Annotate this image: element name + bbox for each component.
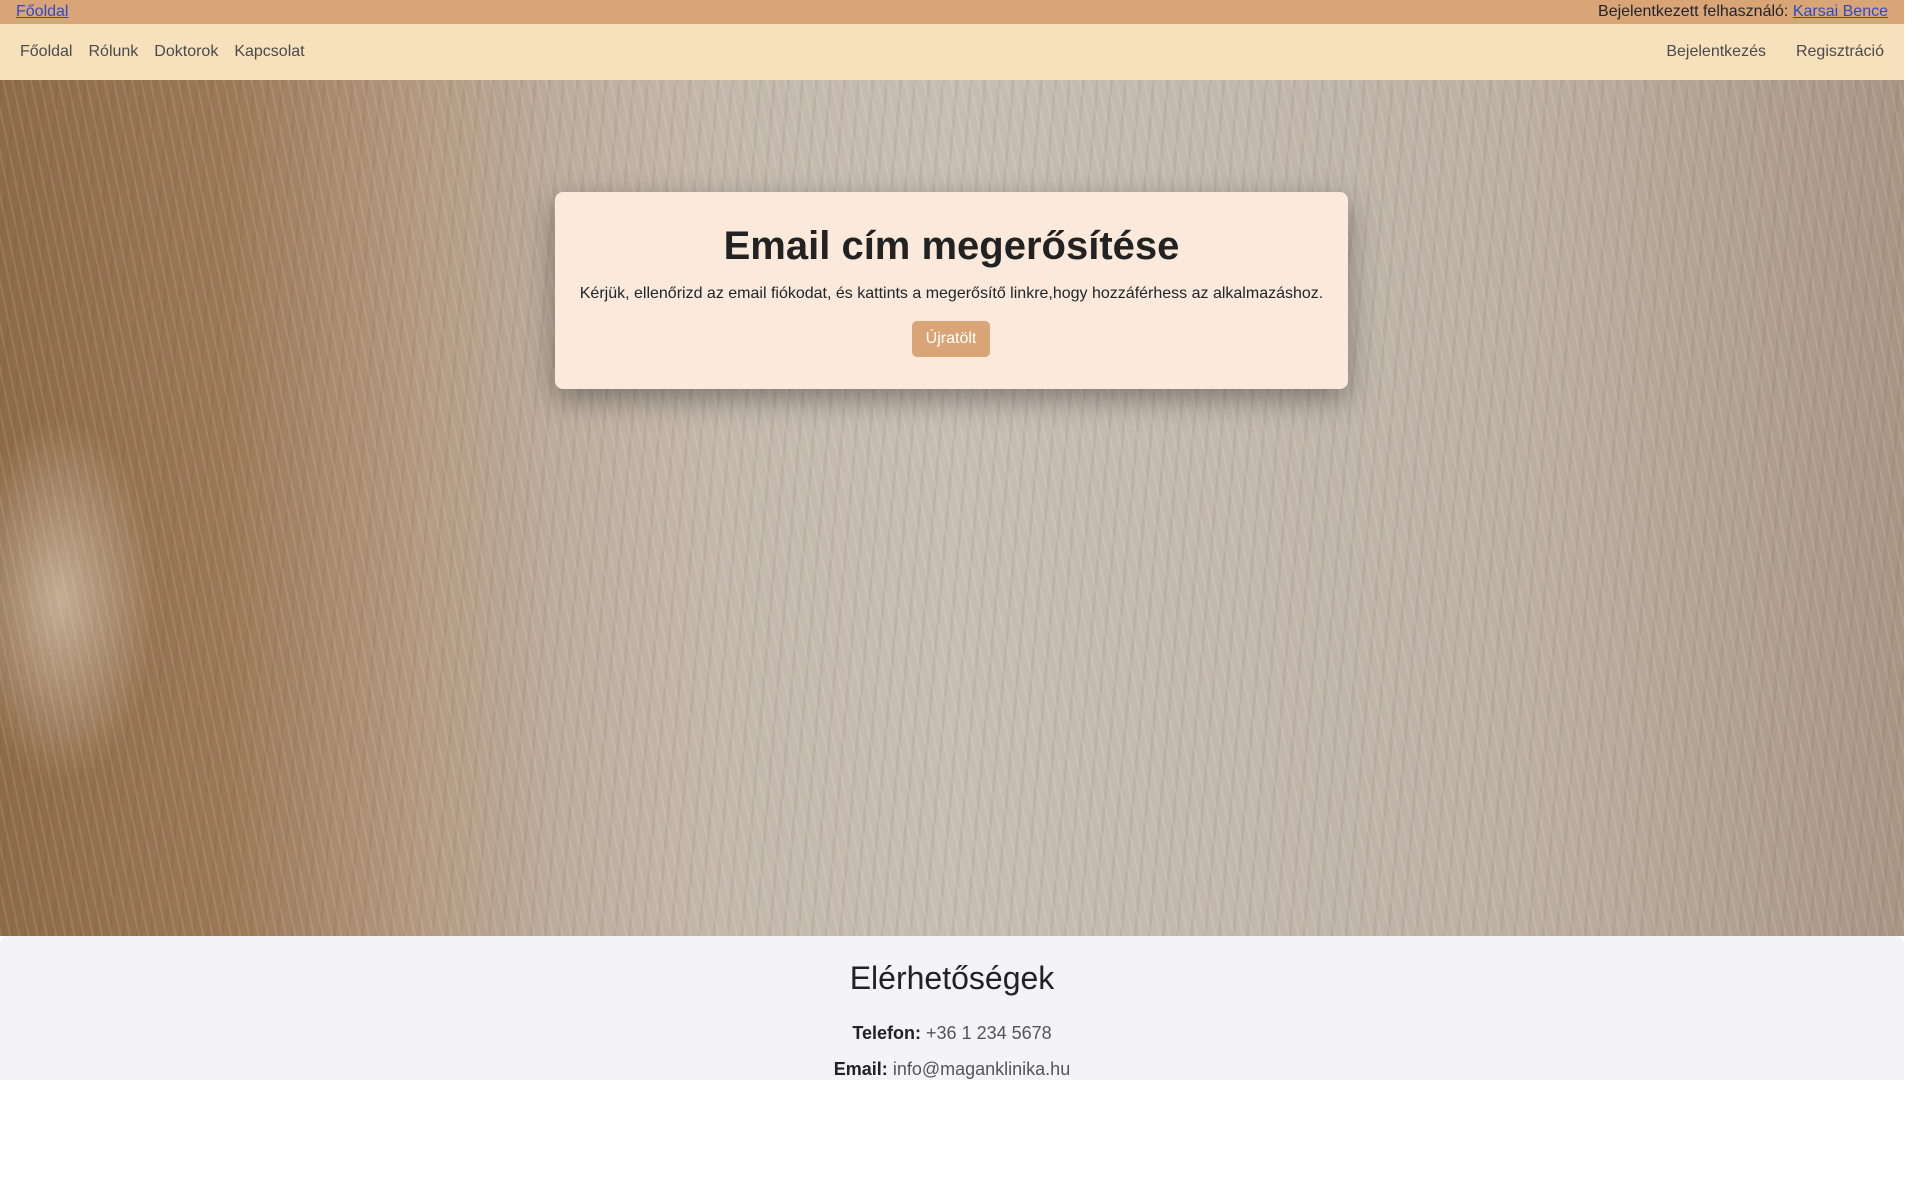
nav-item-login[interactable]: Bejelentkezés bbox=[1666, 43, 1766, 61]
nav-left-group: Főoldal Rólunk Doktorok Kapcsolat bbox=[20, 24, 305, 80]
nav-item-about[interactable]: Rólunk bbox=[88, 43, 138, 61]
reload-button[interactable]: Újratölt bbox=[912, 321, 990, 357]
nav-item-home[interactable]: Főoldal bbox=[20, 43, 72, 61]
contact-phone-row: Telefon: +36 1 234 5678 bbox=[0, 1021, 1904, 1045]
hero-background: Email cím megerősítése Kérjük, ellenőriz… bbox=[0, 80, 1904, 936]
main-navbar: Főoldal Rólunk Doktorok Kapcsolat Bejele… bbox=[0, 24, 1904, 80]
nav-item-doctors[interactable]: Doktorok bbox=[154, 43, 218, 61]
user-profile-link[interactable]: Karsai Bence bbox=[1793, 3, 1888, 20]
phone-value: +36 1 234 5678 bbox=[926, 1023, 1052, 1043]
browser-viewport: Főoldal Bejelentkezett felhasználó: Kars… bbox=[0, 0, 1904, 1080]
top-bar: Főoldal Bejelentkezett felhasználó: Kars… bbox=[0, 0, 1904, 24]
verification-message: Kérjük, ellenőrizd az email fiókodat, és… bbox=[579, 285, 1324, 302]
nav-right-group: Bejelentkezés Regisztráció bbox=[1666, 24, 1884, 80]
verification-title: Email cím megerősítése bbox=[723, 224, 1180, 268]
logged-in-user-info: Bejelentkezett felhasználó: Karsai Bence bbox=[1598, 0, 1888, 24]
email-value: info@maganklinika.hu bbox=[892, 1059, 1071, 1079]
email-label: Email: bbox=[833, 1059, 888, 1079]
logged-in-label: Bejelentkezett felhasználó: bbox=[1598, 3, 1789, 20]
contact-section: Elérhetőségek Telefon: +36 1 234 5678 Em… bbox=[0, 936, 1904, 1080]
phone-label: Telefon: bbox=[852, 1023, 922, 1043]
email-verification-card: Email cím megerősítése Kérjük, ellenőriz… bbox=[555, 192, 1348, 389]
nav-item-contact[interactable]: Kapcsolat bbox=[234, 43, 304, 61]
home-link[interactable]: Főoldal bbox=[16, 0, 68, 24]
nav-item-register[interactable]: Regisztráció bbox=[1796, 43, 1884, 61]
contact-email-row: Email: info@maganklinika.hu bbox=[0, 1057, 1904, 1080]
contact-title: Elérhetőségek bbox=[849, 960, 1055, 996]
